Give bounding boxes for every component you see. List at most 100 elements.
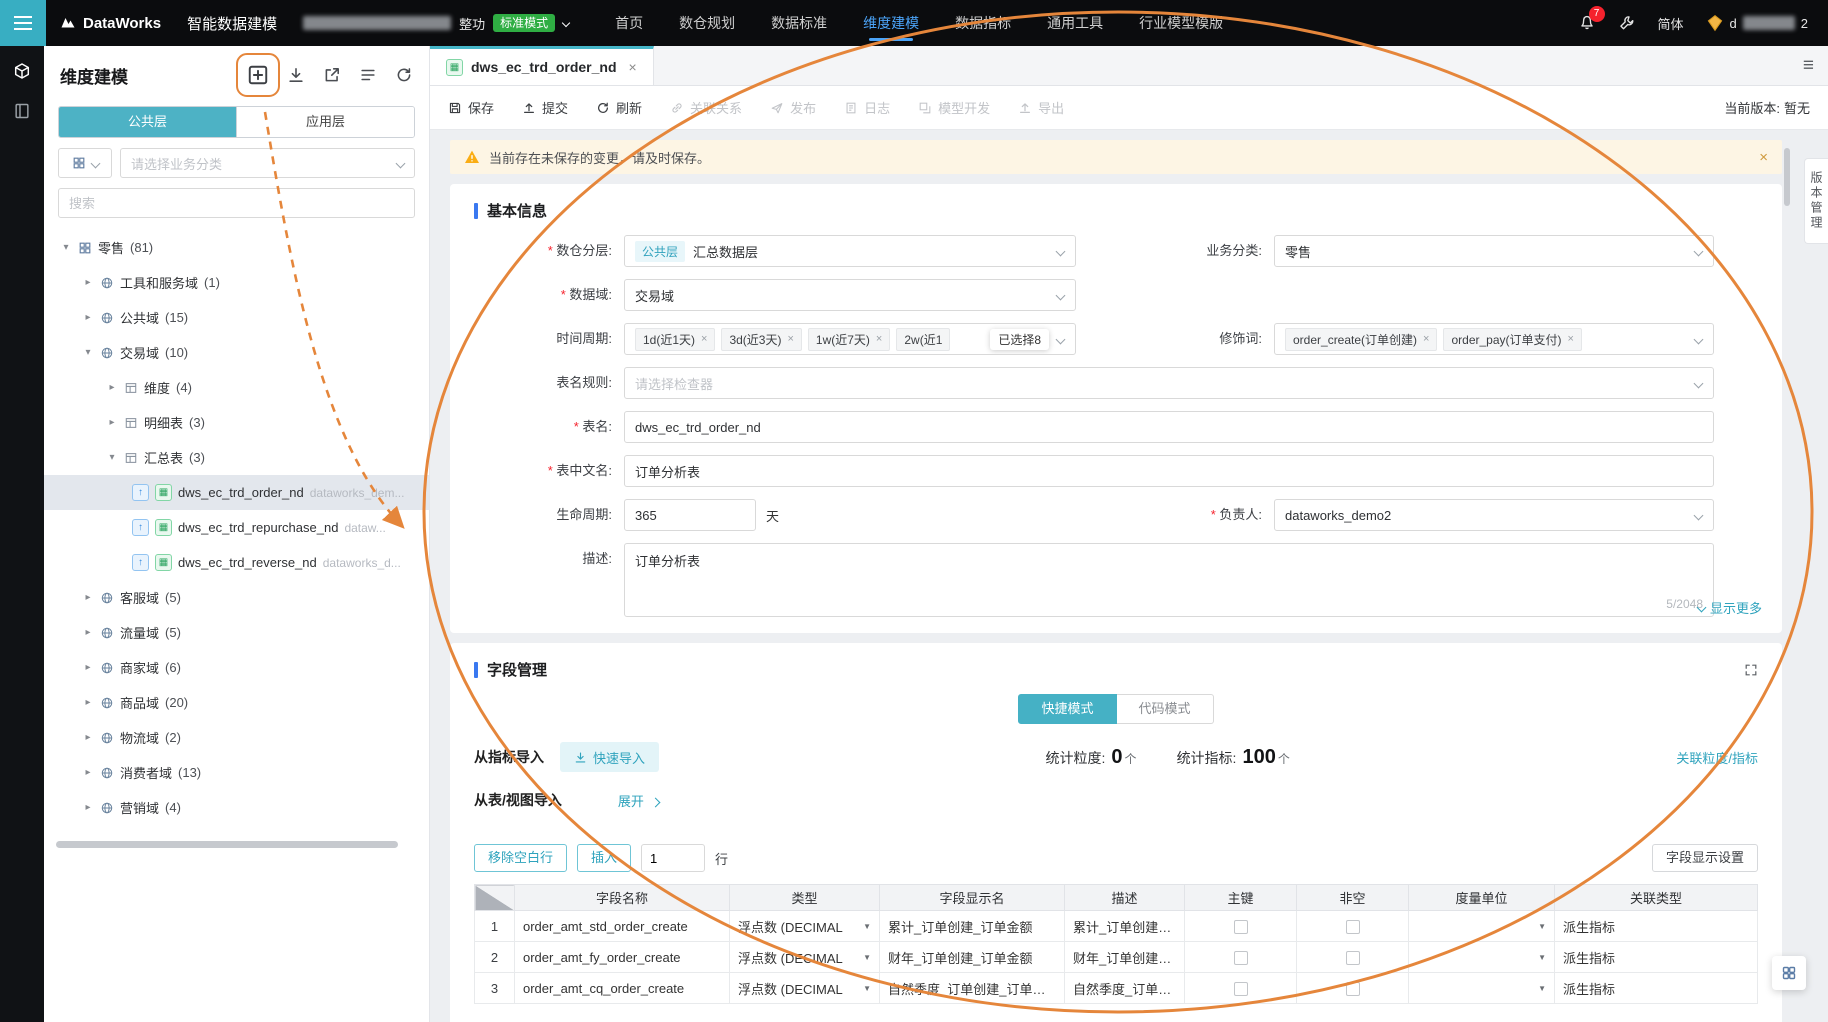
tree-item-retail[interactable]: ▾ 零售 (81)	[44, 230, 429, 265]
nav-dimensional-modeling[interactable]: 维度建模	[863, 0, 919, 46]
primary-key-checkbox[interactable]	[1233, 950, 1248, 965]
cell-description[interactable]: 财年_订单创建_订单金额	[1064, 941, 1185, 973]
user-account[interactable]: d 2	[1706, 14, 1808, 32]
tree-item-traffic-domain[interactable]: ▸ 流量域 (5)	[44, 615, 429, 650]
code-mode-button[interactable]: 代码模式	[1116, 694, 1214, 724]
submit-button[interactable]: 提交	[522, 98, 568, 117]
nav-industry-templates[interactable]: 行业模型模版	[1139, 0, 1223, 46]
caret-right-icon[interactable]: ▸	[106, 382, 118, 393]
tag-remove-icon[interactable]: ×	[787, 333, 793, 345]
nav-data-standards[interactable]: 数据标准	[771, 0, 827, 46]
cell-display-name[interactable]: 自然季度_订单创建_订单金额	[879, 972, 1065, 1004]
caret-down-icon[interactable]: ▾	[106, 452, 118, 463]
list-view-icon[interactable]	[359, 66, 377, 84]
nav-home[interactable]: 首页	[615, 0, 643, 46]
cell-relation-type[interactable]: 派生指标	[1554, 972, 1758, 1004]
tree-item-marketing-domain[interactable]: ▸ 营销域 (4)	[44, 790, 429, 825]
warehouse-layer-select[interactable]: 公共层 汇总数据层	[624, 235, 1076, 267]
caret-right-icon[interactable]: ▸	[82, 732, 94, 743]
nav-common-tools[interactable]: 通用工具	[1047, 0, 1103, 46]
owner-select[interactable]: dataworks_demo2	[1274, 499, 1714, 531]
tag-remove-icon[interactable]: ×	[876, 333, 882, 345]
caret-right-icon[interactable]: ▸	[82, 697, 94, 708]
export-button[interactable]: 导出	[1018, 98, 1064, 117]
tree-item-customer-service-domain[interactable]: ▸ 客服域 (5)	[44, 580, 429, 615]
select-all-corner[interactable]	[474, 884, 515, 911]
description-textarea[interactable]: 订单分析表 5/2048	[624, 543, 1714, 617]
cell-relation-type[interactable]: 派生指标	[1554, 941, 1758, 973]
insert-count-input[interactable]	[641, 844, 706, 872]
lifecycle-input[interactable]	[624, 499, 756, 531]
language-switch[interactable]: 简体	[1658, 14, 1684, 33]
refresh-tree-icon[interactable]	[395, 66, 413, 84]
add-model-button[interactable]	[236, 53, 280, 97]
fullscreen-icon[interactable]	[1744, 663, 1758, 677]
strip-panel-icon[interactable]	[13, 102, 31, 120]
remove-blank-rows-button[interactable]: 移除空白行	[474, 844, 568, 872]
view-mode-select[interactable]	[58, 148, 112, 178]
cell-description[interactable]: 自然季度_订单创建_订单金额	[1064, 972, 1185, 1004]
table-cn-input[interactable]	[624, 455, 1714, 487]
cell-relation-type[interactable]: 派生指标	[1554, 910, 1758, 942]
business-category-select[interactable]: 请选择业务分类	[120, 148, 415, 178]
caret-right-icon[interactable]: ▸	[82, 312, 94, 323]
save-button[interactable]: 保存	[448, 98, 494, 117]
field-row-2[interactable]: 2 order_amt_fy_order_create 浮点数 (DECIMAL…	[474, 941, 1758, 973]
brand[interactable]: DataWorks	[46, 15, 179, 32]
tree-item-dimension[interactable]: ▸ 维度 (4)	[44, 370, 429, 405]
log-button[interactable]: 日志	[844, 98, 890, 117]
cell-type-select[interactable]: 浮点数 (DECIMAL ▼	[729, 941, 880, 973]
tree-search-input[interactable]	[69, 195, 404, 211]
banner-close-icon[interactable]: ×	[1759, 149, 1768, 166]
vertical-scrollbar[interactable]	[1784, 148, 1790, 206]
tree-item-commodity-domain[interactable]: ▸ 商品域 (20)	[44, 685, 429, 720]
notification-bell-button[interactable]: 7	[1578, 5, 1605, 34]
tree-item-detail-table[interactable]: ▸ 明细表 (3)	[44, 405, 429, 440]
import-icon[interactable]	[287, 66, 305, 84]
hamburger-menu-button[interactable]	[0, 0, 46, 46]
relate-granularity-metric-link[interactable]: 关联粒度/指标	[1676, 748, 1758, 767]
refresh-button[interactable]: 刷新	[596, 98, 642, 117]
tab-public-layer[interactable]: 公共层	[59, 107, 236, 137]
nav-data-metrics[interactable]: 数据指标	[955, 0, 1011, 46]
model-dev-button[interactable]: 模型开发	[918, 98, 990, 117]
not-null-checkbox[interactable]	[1345, 981, 1360, 996]
cell-field-name[interactable]: order_amt_fy_order_create	[514, 941, 730, 973]
table-name-input[interactable]	[624, 411, 1714, 443]
cell-display-name[interactable]: 累计_订单创建_订单金额	[879, 910, 1065, 942]
tree-item-logistics-domain[interactable]: ▸ 物流域 (2)	[44, 720, 429, 755]
cell-type-select[interactable]: 浮点数 (DECIMAL ▼	[729, 972, 880, 1004]
caret-right-icon[interactable]: ▸	[106, 417, 118, 428]
primary-key-checkbox[interactable]	[1233, 919, 1248, 934]
data-domain-select[interactable]: 交易域	[624, 279, 1076, 311]
tag-remove-icon[interactable]: ×	[1423, 333, 1429, 345]
cell-field-name[interactable]: order_amt_std_order_create	[514, 910, 730, 942]
cell-display-name[interactable]: 财年_订单创建_订单金额	[879, 941, 1065, 973]
cell-description[interactable]: 累计_订单创建_订单金额	[1064, 910, 1185, 942]
tree-item-consumer-domain[interactable]: ▸ 消费者域 (13)	[44, 755, 429, 790]
tab-dws-ec-trd-order-nd[interactable]: ▦ dws_ec_trd_order_nd ×	[430, 46, 654, 85]
caret-right-icon[interactable]: ▸	[82, 592, 94, 603]
field-row-3[interactable]: 3 order_amt_cq_order_create 浮点数 (DECIMAL…	[474, 972, 1758, 1004]
caret-right-icon[interactable]: ▸	[82, 767, 94, 778]
not-null-checkbox[interactable]	[1345, 950, 1360, 965]
caret-right-icon[interactable]: ▸	[82, 627, 94, 638]
version-management-side-tab[interactable]: 版本管理	[1804, 158, 1828, 244]
caret-right-icon[interactable]: ▸	[82, 802, 94, 813]
field-display-settings-button[interactable]: 字段显示设置	[1651, 844, 1758, 872]
export-share-icon[interactable]	[323, 66, 341, 84]
tree-item-dws-ec-trd-repurchase-nd[interactable]: ↑ ▦ dws_ec_trd_repurchase_nd dataw...	[44, 510, 429, 545]
not-null-checkbox[interactable]	[1345, 919, 1360, 934]
caret-down-icon[interactable]: ▾	[82, 347, 94, 358]
time-period-select[interactable]: 1d(近1天) × 3d(近3天) × 1w(近7天) × 2w(近1 已选择8	[624, 323, 1076, 355]
biz-category-select[interactable]: 零售	[1274, 235, 1714, 267]
caret-right-icon[interactable]: ▸	[82, 662, 94, 673]
tree-item-dws-ec-trd-order-nd[interactable]: ↑ ▦ dws_ec_trd_order_nd dataworks_dem...	[44, 475, 429, 510]
cell-field-name[interactable]: order_amt_cq_order_create	[514, 972, 730, 1004]
nav-warehouse-planning[interactable]: 数仓规划	[679, 0, 735, 46]
wrench-icon[interactable]	[1618, 14, 1636, 32]
tab-close-icon[interactable]: ×	[629, 59, 637, 75]
primary-key-checkbox[interactable]	[1233, 981, 1248, 996]
tag-remove-icon[interactable]: ×	[1568, 333, 1574, 345]
insert-row-button[interactable]: 插入	[577, 844, 632, 872]
